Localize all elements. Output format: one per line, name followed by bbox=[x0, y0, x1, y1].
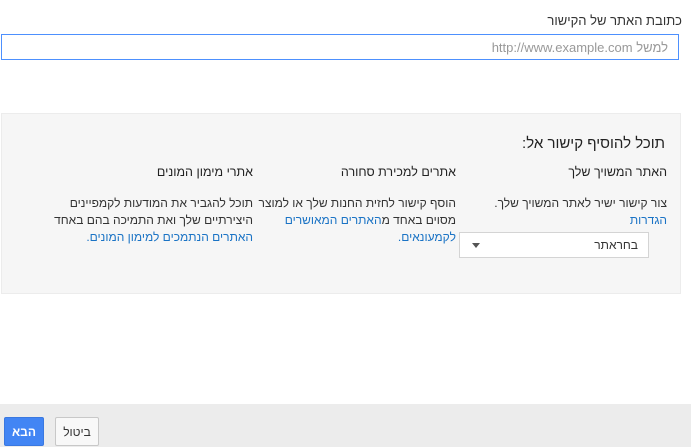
crowdfunding-description: תוכל להגביר את המודעות לקמפיינים היצירתי… bbox=[51, 195, 253, 246]
site-select[interactable]: בחראתר bbox=[459, 232, 649, 258]
site-select-value: בחראתר bbox=[594, 238, 638, 252]
column-crowdfunding-sites: אתרי מימון המונים תוכל להגביר את המודעות… bbox=[51, 164, 253, 246]
column-affiliate-site: האתר המשויך שלך צור קישור ישיר לאתר המשו… bbox=[457, 164, 667, 229]
affiliate-site-text: צור קישור ישיר לאתר המשויך שלך. bbox=[494, 196, 667, 210]
settings-link[interactable]: הגדרות bbox=[630, 213, 667, 227]
crowdfunding-heading: אתרי מימון המונים bbox=[156, 165, 253, 179]
cancel-button[interactable]: ביטול bbox=[55, 417, 99, 446]
affiliate-site-description: צור קישור ישיר לאתר המשויך שלך. הגדרות bbox=[457, 195, 667, 229]
merchandise-description: הוסף קישור לחזית החנות שלך או למוצר מסוי… bbox=[256, 195, 456, 246]
merchandise-heading: אתרים למכירת סחורה bbox=[340, 165, 456, 179]
footer-bar bbox=[0, 404, 691, 447]
url-label: כתובת האתר של הקישור bbox=[547, 13, 682, 28]
dropdown-caret-icon bbox=[472, 243, 480, 248]
column-merchandise-sites: אתרים למכירת סחורה הוסף קישור לחזית החנו… bbox=[256, 164, 456, 246]
panel-title: תוכל להוסיף קישור אל: bbox=[522, 135, 665, 152]
url-input[interactable] bbox=[1, 34, 679, 60]
supported-crowdfunding-link[interactable]: האתרים הנתמכים למימון המונים. bbox=[86, 230, 253, 244]
crowdfunding-text: תוכל להגביר את המודעות לקמפיינים היצירתי… bbox=[54, 196, 253, 227]
affiliate-site-heading: האתר המשויך שלך bbox=[568, 165, 667, 179]
next-button[interactable]: הבא bbox=[4, 417, 44, 446]
